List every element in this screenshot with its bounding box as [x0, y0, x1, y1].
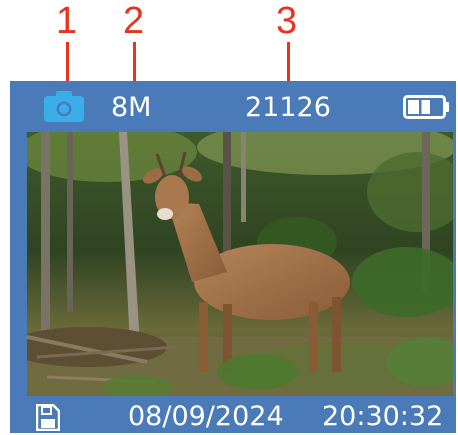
callout-3: 3 [276, 0, 298, 42]
callout-1-line [66, 42, 69, 82]
camera-icon [44, 91, 84, 122]
callout-1: 1 [56, 0, 78, 42]
battery-icon [403, 95, 451, 119]
resolution-label: 8M [111, 92, 152, 123]
shot-count: 21126 [245, 92, 331, 123]
callout-2: 2 [123, 0, 145, 42]
callout-2-line [133, 42, 136, 82]
time-stamp: 20:30:32 [322, 401, 444, 432]
date-stamp: 08/09/2024 [128, 401, 284, 432]
sd-card-icon [35, 403, 61, 432]
camera-screen: 8M 21126 08/09/2024 20:30:32 [10, 81, 456, 433]
photo-preview [27, 132, 453, 396]
callout-3-line [287, 42, 290, 82]
